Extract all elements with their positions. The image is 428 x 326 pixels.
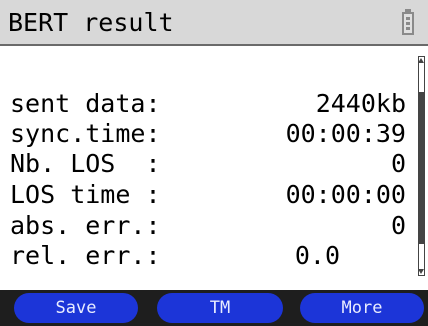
result-value: 0 (390, 211, 406, 240)
result-label: rel. err.: (10, 241, 161, 270)
result-label: Nb. LOS : (10, 149, 161, 178)
result-value: 0 (390, 149, 406, 178)
scroll-down-arrow-icon[interactable] (418, 269, 424, 274)
page-title: BERT result (8, 8, 174, 37)
result-label: sent data: (10, 89, 161, 118)
vertical-scrollbar[interactable] (417, 56, 427, 276)
result-row-rel-err: rel. err.: 0.0 (10, 240, 414, 272)
result-row-nb-los: Nb. LOS : 0 (10, 148, 414, 180)
save-button[interactable]: Save (14, 293, 138, 323)
result-value: 00:00:39 (285, 119, 406, 148)
battery-icon (402, 9, 414, 35)
scrollbar-thumb[interactable] (419, 92, 424, 244)
tm-button[interactable]: TM (157, 293, 283, 323)
result-value: 0.0 (294, 241, 340, 270)
result-label: abs. err.: (10, 211, 161, 240)
result-value: 2440kb (315, 89, 406, 118)
result-list: sent data: 2440kb sync.time: 00:00:39 Nb… (0, 48, 428, 288)
result-row-sync-time: sync.time: 00:00:39 (10, 118, 414, 150)
result-value: 00:00:00 (285, 180, 406, 209)
result-label: LOS time : (10, 180, 161, 209)
result-row-sent-data: sent data: 2440kb (10, 88, 414, 120)
result-label: sync.time: (10, 119, 161, 148)
result-row-los-time: LOS time : 00:00:00 (10, 179, 414, 211)
result-row-abs-err: abs. err.: 0 (10, 210, 414, 242)
device-screen: BERT result sent data: 2440kb sync.time:… (0, 0, 428, 326)
scroll-up-arrow-icon[interactable] (418, 58, 424, 63)
title-bar: BERT result (0, 0, 428, 46)
softkey-bar: Save TM More (0, 290, 428, 326)
more-button[interactable]: More (300, 293, 424, 323)
